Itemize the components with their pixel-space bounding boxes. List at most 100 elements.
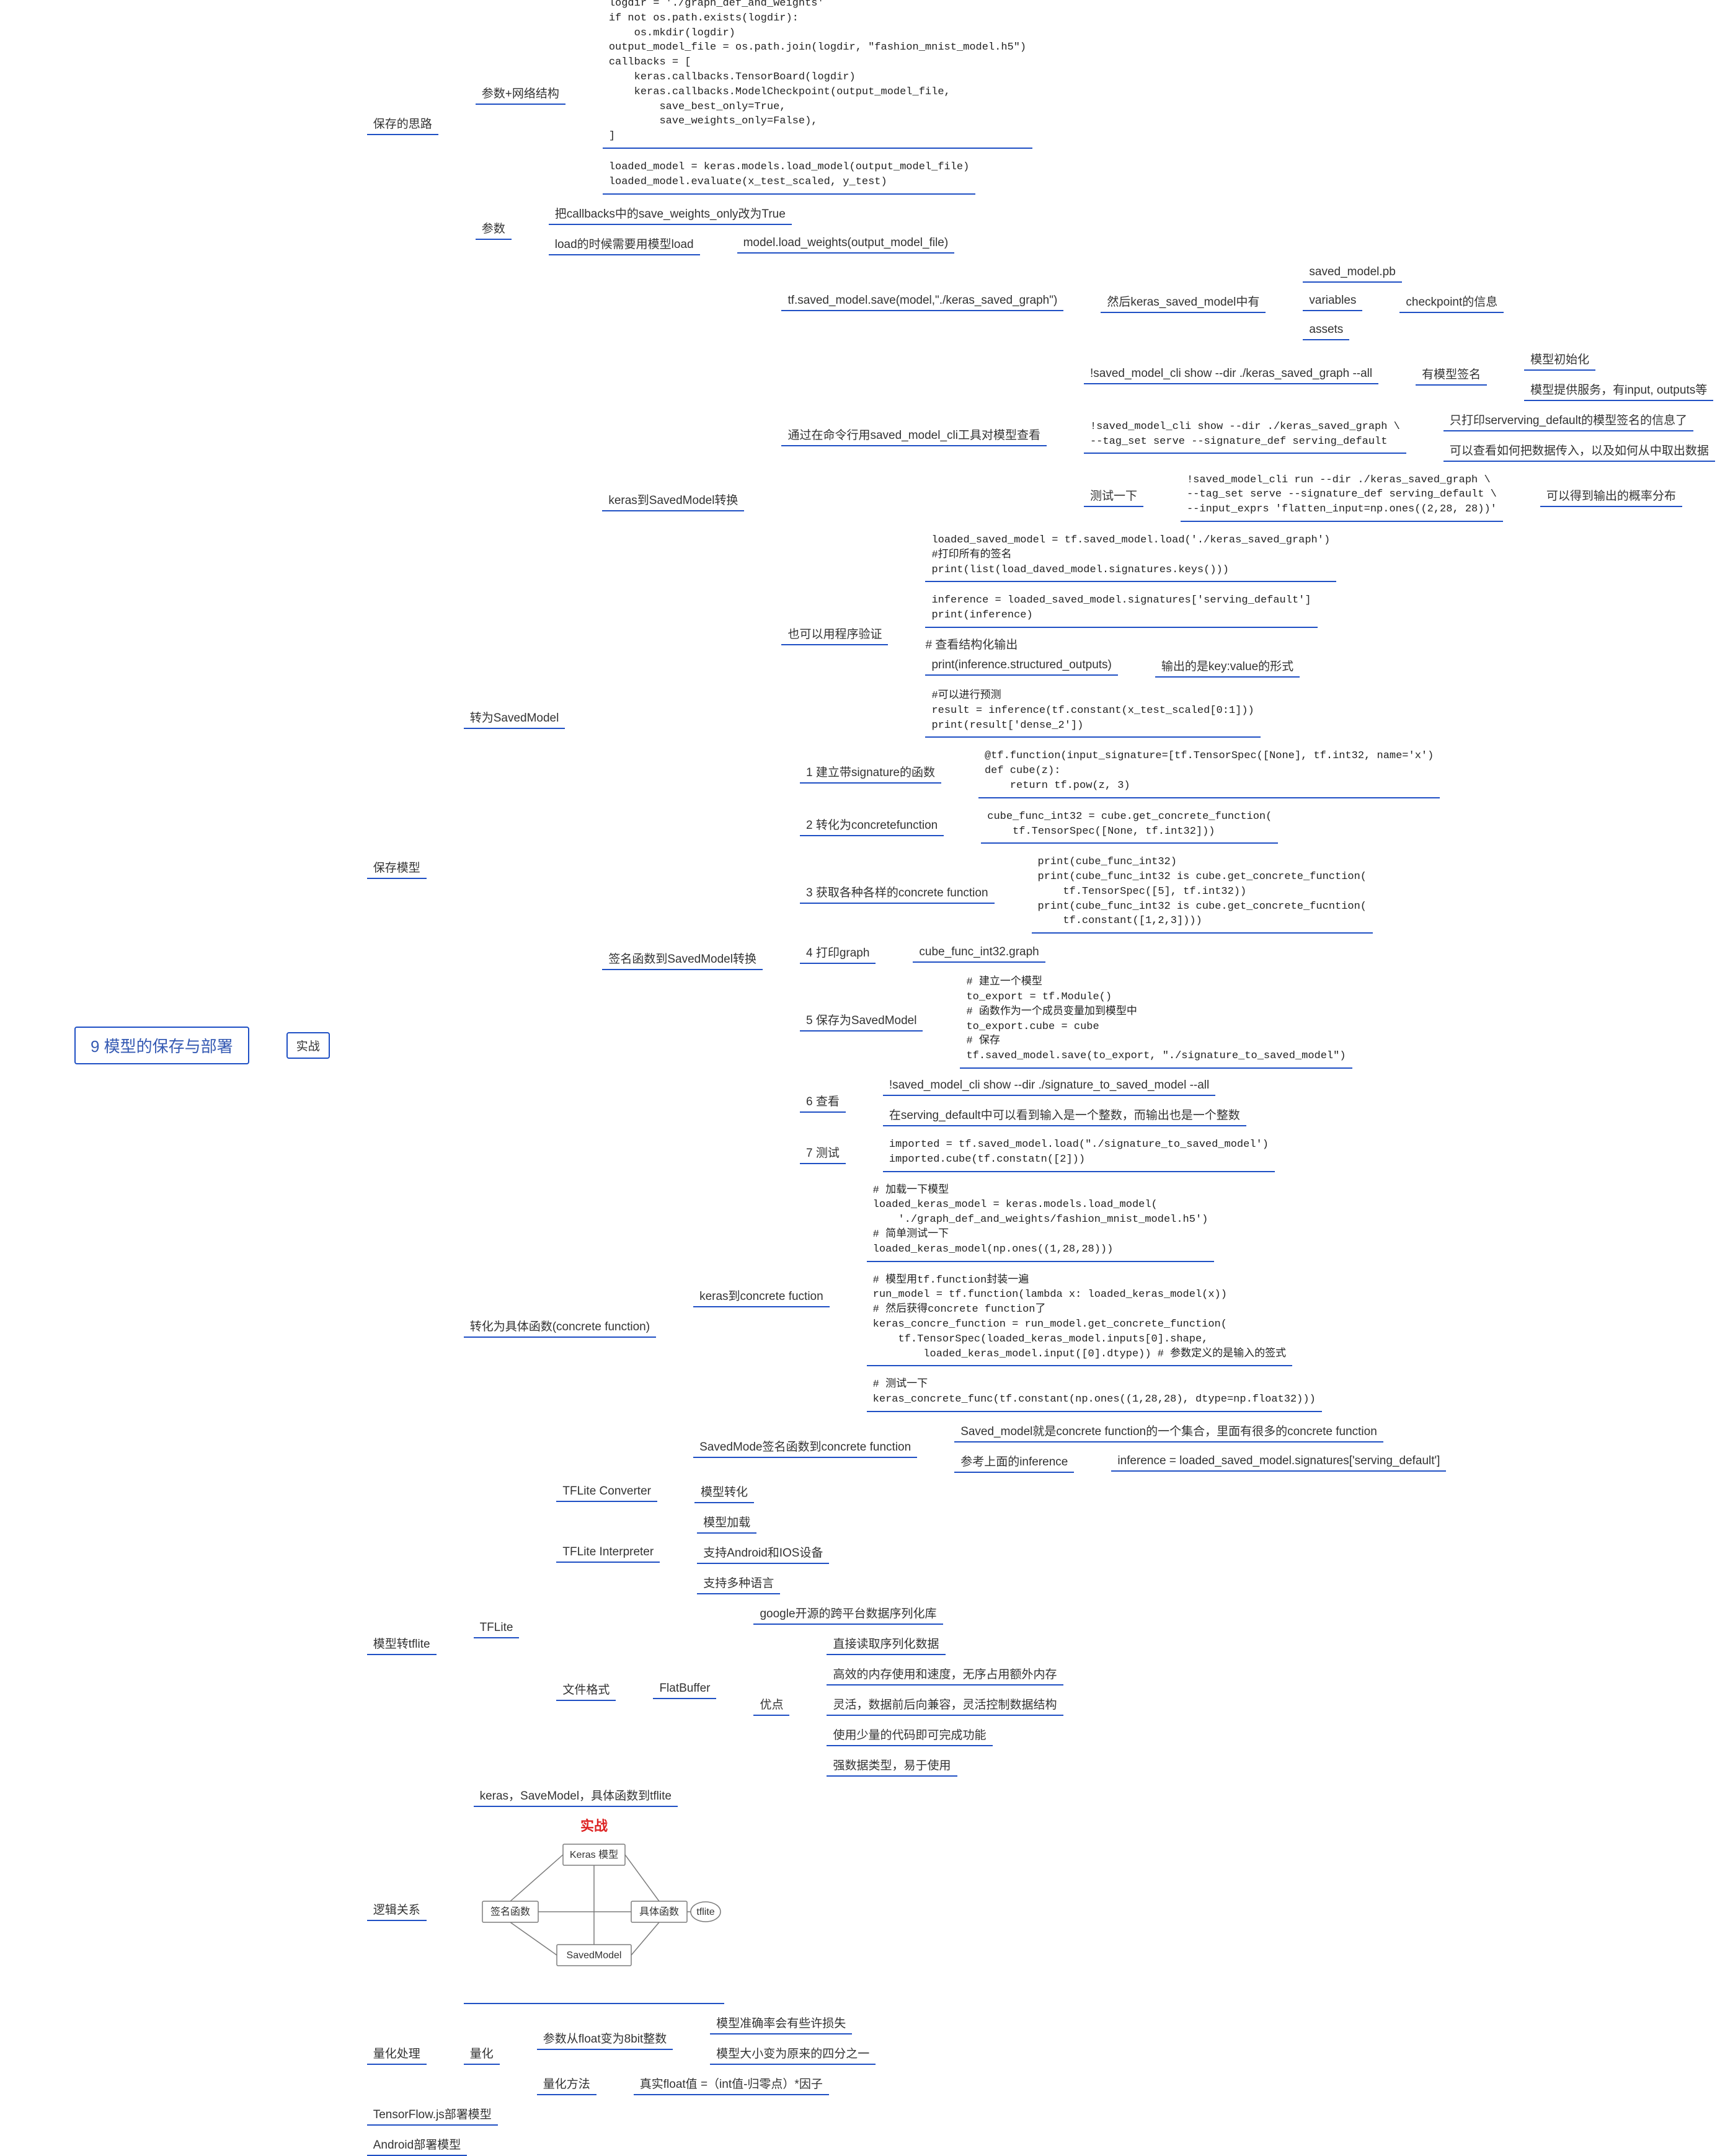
s2: 2 转化为concretefunctioncube_func_int32 = c… [800, 806, 1440, 844]
keras-to-concrete[interactable]: keras到concrete fuction # 加载一下模型 loaded_k… [693, 1180, 1446, 1412]
tflite-group[interactable]: TFLite TFLite Converter 模型转化 TFLite Inte… [474, 1480, 1063, 1777]
svg-text:Keras 模型: Keras 模型 [570, 1849, 618, 1860]
params-only-b: load的时候需要用模型load model.load_weights(outp… [549, 232, 954, 255]
adv-0: 直接读取序列化数据 [827, 1632, 1063, 1655]
cli-sigio: 模型提供服务，有input, outputs等 [1524, 378, 1713, 401]
diagram-title-text: 实战 [580, 1818, 608, 1834]
quant-node[interactable]: 量化处理 量化 参数从float变为8bit整数 模型准确率会有些许损失 [367, 2012, 1715, 2095]
cli-showone: !saved_model_cli show --dir ./keras_save… [1084, 409, 1715, 462]
tflite-last: keras，SaveModel，具体函数到tflite [474, 1784, 1063, 1807]
save-strategy-node[interactable]: 保存的思路 参数+网络结构 logdir = './graph_def_and_… [367, 0, 1715, 255]
to-concrete-node[interactable]: 转化为具体函数(concrete function) keras到concret… [464, 1180, 1715, 1473]
svg-text:具体函数: 具体函数 [639, 1906, 679, 1917]
quant-a-i: 模型准确率会有些许损失 [710, 2012, 876, 2035]
adv-2: 灵活，数据前后向兼容，灵活控制数据结构 [827, 1693, 1063, 1716]
practice-node[interactable]: 实战 文件格式 checkpoint和graphdef(tf.1.0) kera… [286, 0, 1715, 2156]
s4: 4 打印graphcube_func_int32.graph [800, 941, 1440, 964]
savedsig-to-concrete[interactable]: SavedMode签名函数到concrete function Saved_mo… [693, 1420, 1446, 1473]
param-struct-load: loaded_model = keras.models.load_model(o… [603, 156, 1032, 195]
mindmap-root-row: 9 模型的保存与部署 实战 文件格式 checkpoint和graphdef(t… [0, 0, 1725, 2091]
interp-a: 模型加载 [697, 1511, 829, 1534]
k2s-then: 然后keras_saved_model中有 saved_model.pb var… [1101, 263, 1504, 340]
relation-diagram: 实战 Keras 模型 签名函数 SavedModel 具体函数 [464, 1814, 724, 2004]
root-node[interactable]: 9 模型的保存与部署 [74, 1027, 249, 1064]
cli-test-note: 可以得到输出的概率分布 [1540, 484, 1682, 507]
tfjs-node[interactable]: TensorFlow.js部署模型 [367, 2103, 1715, 2126]
tflite-node[interactable]: 模型转tflite TFLite TFLite Converter 模型转化 [367, 1480, 1715, 1807]
s6b: 在serving_default中可以看到输入是一个整数，而输出也是一个整数 [883, 1103, 1246, 1126]
tflite-format: 文件格式 FlatBuffer google开源的跨平台数据序列化库 [556, 1602, 1063, 1777]
params-only-a: 把callbacks中的save_weights_only改为True [549, 202, 954, 225]
tflite-interpreter: TFLite Interpreter 模型加载 支持Android和IOS设备 … [556, 1511, 1063, 1594]
prog-c3: # 查看结构化输出 print(inference.structured_out… [925, 635, 1336, 678]
logic-diagram: 实战 Keras 模型 签名函数 SavedModel 具体函数 [464, 1814, 724, 2004]
quant-b: 量化方法 真实float值 =（int值-归零点）*因子 [537, 2072, 876, 2095]
s2-code: cube_func_int32 = cube.get_concrete_func… [981, 806, 1278, 844]
fb-note: google开源的跨平台数据序列化库 [753, 1602, 1063, 1625]
s3: 3 获取各种各样的concrete functionprint(cube_fun… [800, 851, 1440, 934]
ktc-c1: # 加载一下模型 loaded_keras_model = keras.mode… [867, 1180, 1322, 1262]
keras-to-saved-node[interactable]: keras到SavedModel转换 tf.saved_model.save(m… [602, 263, 1715, 738]
mindmap-canvas: 9 模型的保存与部署 实战 文件格式 checkpoint和graphdef(t… [0, 0, 1725, 2091]
k2s-assets: assets [1303, 320, 1504, 340]
cli-showall-note: 有模型签名 模型初始化 模型提供服务，有input, outputs等 [1416, 348, 1713, 401]
cli-siginit: 模型初始化 [1524, 348, 1713, 371]
param-struct-node[interactable]: 参数+网络结构 logdir = './graph_def_and_weight… [476, 0, 1032, 195]
stc-a: Saved_model就是concrete function的一个集合，里面有很… [954, 1420, 1446, 1442]
android-node[interactable]: Android部署模型 [367, 2133, 1715, 2156]
s3-code: print(cube_func_int32) print(cube_func_i… [1032, 851, 1373, 934]
params-only-c: model.load_weights(output_model_file) [737, 234, 955, 254]
s7-code: imported = tf.saved_model.load("./signat… [883, 1134, 1275, 1172]
practice-label: 实战 [286, 1032, 330, 1059]
s5: 5 保存为SavedModel# 建立一个模型 to_export = tf.M… [800, 971, 1440, 1069]
s7: 7 测试imported = tf.saved_model.load("./si… [800, 1134, 1440, 1172]
cli-showall: !saved_model_cli show --dir ./keras_save… [1084, 348, 1715, 401]
k2s-cli-node[interactable]: 通过在命令行用saved_model_cli工具对模型查看 !saved_mod… [781, 348, 1714, 522]
interp-c: 支持多种语言 [697, 1571, 829, 1594]
tflite-converter: TFLite Converter 模型转化 [556, 1480, 1063, 1503]
param-struct-code: logdir = './graph_def_and_weights' if no… [603, 0, 1032, 149]
cli-showone-note1: 只打印serverving_default的模型签名的信息了 [1443, 409, 1715, 431]
prog-c2: inference = loaded_saved_model.signature… [925, 590, 1336, 628]
quant-a-ii: 模型大小变为原来的四分之一 [710, 2042, 876, 2065]
k2s-variables: variables checkpoint的信息 [1303, 290, 1504, 313]
k2s-prog-node[interactable]: 也可以用程序验证 loaded_saved_model = tf.saved_m… [781, 529, 1714, 738]
quant-sub[interactable]: 量化 参数从float变为8bit整数 模型准确率会有些许损失 模型大小变为原来… [464, 2012, 876, 2095]
ktc-c3: # 测试一下 keras_concrete_func(tf.constant(n… [867, 1374, 1322, 1412]
s6a: !saved_model_cli show --dir ./signature_… [883, 1076, 1246, 1096]
prog-c1: loaded_saved_model = tf.saved_model.load… [925, 529, 1336, 582]
quant-b-i: 真实float值 =（int值-归零点）*因子 [634, 2072, 829, 2095]
k2s-pb: saved_model.pb [1303, 263, 1504, 283]
save-strategy-label: 保存的思路 [367, 112, 438, 135]
s5-code: # 建立一个模型 to_export = tf.Module() # 函数作为一… [960, 971, 1352, 1069]
save-model-node[interactable]: 保存模型 转为SavedModel keras到SavedModel转换 [367, 263, 1715, 1473]
s1-code: @tf.function(input_signature=[tf.TensorS… [978, 745, 1440, 798]
root-label: 9 模型的保存与部署 [74, 1027, 249, 1064]
s1: 1 建立带signature的函数@tf.function(input_sign… [800, 745, 1440, 798]
stc-c: inference = loaded_saved_model.signature… [1111, 1452, 1446, 1472]
tflite-converter-note: 模型转化 [694, 1480, 754, 1503]
cli-test: 测试一下 !saved_model_cli run --dir ./keras_… [1084, 469, 1715, 522]
interp-b: 支持Android和IOS设备 [697, 1541, 829, 1564]
adv-4: 强数据类型，易于使用 [827, 1754, 1063, 1777]
fb-adv: 优点 直接读取序列化数据 高效的内存使用和速度，无序占用额外内存 灵活，数据前后… [753, 1632, 1063, 1777]
adv-3: 使用少量的代码即可完成功能 [827, 1723, 1063, 1746]
cli-test-cmd: !saved_model_cli run --dir ./keras_saved… [1181, 469, 1682, 522]
stc-b: 参考上面的inference inference = loaded_saved_… [954, 1450, 1446, 1473]
flatbuffer: FlatBuffer google开源的跨平台数据序列化库 优点 直接 [653, 1602, 1063, 1777]
prog-c3-note: 输出的是key:value的形式 [1155, 655, 1300, 678]
to-savedmodel-node[interactable]: 转为SavedModel keras到SavedModel转换 tf.saved… [464, 263, 1715, 1172]
s6: 6 查看 !saved_model_cli show --dir ./signa… [800, 1076, 1440, 1126]
cli-showone-note2: 可以查看如何把数据传入，以及如何从中取出数据 [1443, 439, 1715, 462]
svg-text:SavedModel: SavedModel [566, 1950, 621, 1961]
params-only-node[interactable]: 参数 把callbacks中的save_weights_only改为True l… [476, 202, 1032, 255]
quant-a: 参数从float变为8bit整数 模型准确率会有些许损失 模型大小变为原来的四分… [537, 2012, 876, 2065]
ktc-c2: # 模型用tf.function封装一遍 run_model = tf.func… [867, 1270, 1322, 1367]
logic-node[interactable]: 逻辑关系 实战 Keras 模型 签名函数 [367, 1814, 1715, 2004]
k2s-savecall: tf.saved_model.save(model,"./keras_saved… [781, 263, 1714, 340]
svg-text:tflite: tflite [696, 1907, 714, 1917]
prog-c4: #可以进行预测 result = inference(tf.constant(x… [925, 685, 1336, 738]
sig-to-saved-node[interactable]: 签名函数到SavedModel转换 1 建立带signature的函数@tf.f… [602, 745, 1715, 1172]
adv-1: 高效的内存使用和速度，无序占用额外内存 [827, 1663, 1063, 1685]
k2s-variables-note: checkpoint的信息 [1399, 290, 1504, 313]
